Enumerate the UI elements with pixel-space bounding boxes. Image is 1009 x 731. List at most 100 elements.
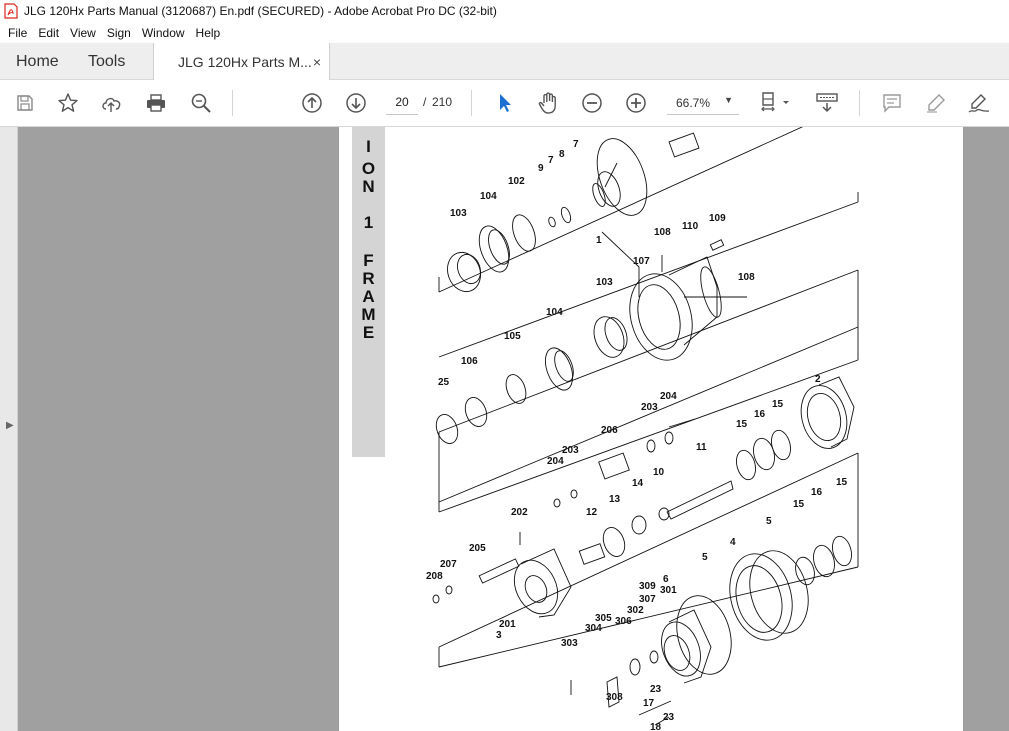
left-panel-rail[interactable]: ▶ (0, 127, 18, 731)
callout-8: 8 (559, 149, 565, 160)
callout-10: 10 (653, 467, 665, 478)
callout-11: 11 (696, 442, 707, 453)
callout-104: 104 (546, 307, 563, 318)
callout-104: 104 (480, 191, 497, 202)
callout-306: 306 (615, 616, 632, 627)
callout-302: 302 (627, 605, 644, 616)
hand-tool-icon[interactable] (535, 90, 561, 116)
menu-view[interactable]: View (66, 26, 100, 40)
callout-205: 205 (469, 543, 486, 554)
page-separator: / (423, 95, 427, 109)
callout-109: 109 (709, 213, 726, 224)
tab-document[interactable]: JLG 120Hx Parts M... × (153, 43, 330, 81)
callout-7: 7 (548, 155, 554, 166)
zoom-search-icon[interactable] (188, 90, 214, 116)
callout-203: 203 (562, 445, 579, 456)
callout-204: 204 (547, 456, 564, 467)
callout-14: 14 (632, 478, 644, 489)
menu-help[interactable]: Help (192, 26, 225, 40)
callout-202: 202 (511, 507, 528, 518)
next-page-icon[interactable] (343, 90, 369, 116)
document-tab-label: JLG 120Hx Parts M... (178, 54, 312, 70)
zoom-out-icon[interactable] (579, 90, 605, 116)
exploded-parts-diagram: 7 7 8 9 102 104 103 1 108 110 109 107 10… (426, 127, 859, 731)
save-icon[interactable] (12, 90, 38, 116)
window-title: JLG 120Hx Parts Manual (3120687) En.pdf … (24, 4, 497, 18)
zoom-in-icon[interactable] (623, 90, 649, 116)
close-tab-icon[interactable]: × (313, 54, 321, 70)
previous-page-icon[interactable] (299, 90, 325, 116)
title-bar: JLG 120Hx Parts Manual (3120687) En.pdf … (0, 0, 1009, 22)
scroll-mode-icon[interactable] (814, 90, 840, 116)
expand-panel-icon[interactable]: ▶ (6, 420, 14, 431)
zoom-value: 66.7% (676, 96, 711, 110)
document-workspace[interactable]: ▶ I O N 1 F R A M E 7 7 8 9 102 104 103 … (0, 127, 1009, 731)
bookmark-star-icon[interactable] (55, 90, 81, 116)
callout-18: 18 (650, 722, 662, 731)
highlight-pen-icon[interactable] (923, 90, 949, 116)
menu-window[interactable]: Window (138, 26, 189, 40)
right-panel-rail (963, 127, 1009, 731)
callout-206: 206 (601, 425, 618, 436)
print-icon[interactable] (143, 90, 169, 116)
comment-icon[interactable] (879, 90, 905, 116)
sign-icon[interactable] (966, 90, 992, 116)
page-number-input[interactable] (386, 89, 418, 115)
callout-15: 15 (793, 499, 805, 510)
callout-110: 110 (682, 221, 699, 232)
callout-12: 12 (586, 507, 598, 518)
callout-106: 106 (461, 356, 478, 367)
callout-103: 103 (596, 277, 613, 288)
callout-102: 102 (508, 176, 525, 187)
callout-7: 7 (573, 139, 579, 150)
callout-108: 108 (654, 227, 671, 238)
toolbar (0, 80, 1009, 127)
menu-file[interactable]: File (4, 26, 31, 40)
callout-15: 15 (772, 399, 784, 410)
menu-sign[interactable]: Sign (103, 26, 135, 40)
callout-6: 6 (663, 574, 669, 585)
page-total: 210 (432, 95, 453, 109)
callout-3: 3 (496, 630, 502, 641)
callout-labels: 7 7 8 9 102 104 103 1 108 110 109 107 10… (426, 139, 848, 731)
callout-13: 13 (609, 494, 621, 505)
callout-5: 5 (702, 552, 708, 563)
callout-1: 1 (596, 235, 602, 246)
tab-home[interactable]: Home (16, 43, 59, 80)
callout-2: 2 (815, 374, 821, 385)
callout-103: 103 (450, 208, 467, 219)
callout-16: 16 (754, 409, 766, 420)
callout-17: 17 (643, 698, 655, 709)
callout-309: 309 (639, 581, 656, 592)
tab-bar: Home Tools JLG 120Hx Parts M... × (0, 43, 1009, 81)
tab-tools[interactable]: Tools (88, 43, 125, 80)
callout-304: 304 (585, 623, 602, 634)
callout-307: 307 (639, 594, 656, 605)
callout-204: 204 (660, 391, 677, 402)
menu-bar: File Edit View Sign Window Help (0, 22, 1009, 43)
chevron-down-icon: ▼ (724, 95, 733, 105)
callout-207: 207 (440, 559, 457, 570)
callout-107: 107 (633, 256, 650, 267)
callout-203: 203 (641, 402, 658, 413)
callout-15: 15 (736, 419, 748, 430)
callout-108: 108 (738, 272, 755, 283)
select-cursor-icon[interactable] (492, 90, 518, 116)
menu-edit[interactable]: Edit (34, 26, 63, 40)
callout-301: 301 (660, 585, 677, 596)
callout-15: 15 (836, 477, 848, 488)
upload-cloud-icon[interactable] (99, 90, 125, 116)
callout-208: 208 (426, 571, 443, 582)
callout-5: 5 (766, 516, 772, 527)
callout-16: 16 (811, 487, 823, 498)
callout-9: 9 (538, 163, 544, 174)
callout-308: 308 (606, 692, 623, 703)
callout-4: 4 (730, 537, 736, 548)
callout-23: 23 (650, 684, 662, 695)
callout-23: 23 (663, 712, 675, 723)
zoom-select[interactable]: 66.7% ▼ (667, 89, 739, 115)
callout-25: 25 (438, 377, 450, 388)
callout-201: 201 (499, 619, 516, 630)
fit-page-icon[interactable] (758, 90, 794, 116)
acrobat-app-icon (4, 3, 18, 19)
